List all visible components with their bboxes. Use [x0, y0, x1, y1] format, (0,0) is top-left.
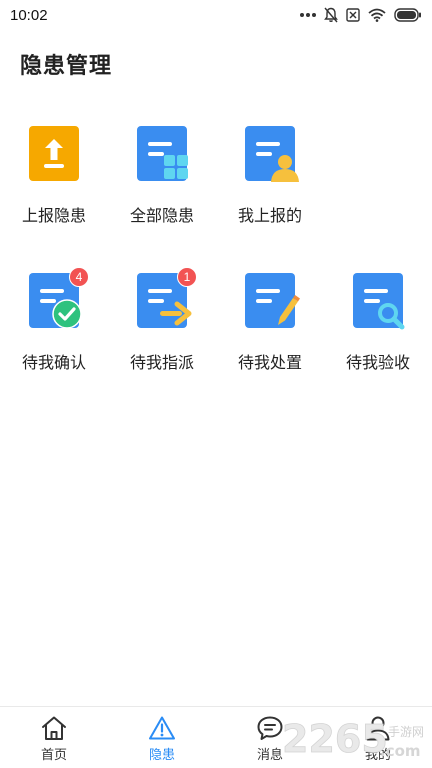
grid-item-my-reports[interactable]: 我上报的 — [216, 126, 324, 226]
confirm-icon: 4 — [29, 267, 89, 329]
inspect-icon — [353, 273, 405, 330]
grid-item-all-hazards[interactable]: 全部隐患 — [108, 126, 216, 226]
status-bar: 10:02 — [0, 0, 432, 30]
mute-bell-icon — [324, 7, 338, 23]
svg-text:.com: .com — [380, 742, 421, 760]
handle-icon — [245, 273, 300, 329]
badge-count: 1 — [177, 267, 197, 287]
grid-item-label: 待我确认 — [21, 355, 86, 372]
watermark-logo: 2265 .com 手游网 — [280, 712, 430, 762]
sim-off-icon — [346, 8, 360, 22]
grid-item-pending-inspect[interactable]: 待我验收 — [324, 273, 432, 373]
my-reports-icon — [245, 126, 299, 182]
grid-item-label: 上报隐患 — [21, 208, 86, 225]
assign-icon: 1 — [137, 267, 197, 329]
grid-item-label: 待我指派 — [129, 355, 194, 372]
badge-count: 4 — [69, 267, 89, 287]
upload-icon — [29, 126, 79, 182]
grid-item-label: 全部隐患 — [129, 208, 194, 225]
more-dots-icon — [300, 13, 316, 17]
grid-item-pending-handle[interactable]: 待我处置 — [216, 273, 324, 373]
grid-item-pending-assign[interactable]: 1 待我指派 — [108, 267, 216, 373]
grid-item-label: 待我处置 — [237, 355, 302, 372]
nav-item-hazards[interactable]: 隐患 — [108, 707, 216, 768]
nav-label: 隐患 — [148, 747, 175, 762]
page-title: 隐患管理 — [20, 53, 113, 78]
grid-item-label: 我上报的 — [237, 208, 302, 225]
status-time: 10:02 — [10, 6, 48, 24]
svg-text:手游网: 手游网 — [388, 725, 424, 739]
home-icon — [42, 716, 66, 740]
grid-item-pending-confirm[interactable]: 4 待我确认 — [0, 267, 108, 373]
wifi-icon — [368, 8, 386, 22]
warning-icon — [149, 716, 175, 740]
nav-item-home[interactable]: 首页 — [0, 707, 108, 768]
battery-icon — [394, 8, 421, 22]
status-icons — [300, 7, 422, 23]
grid-item-report-hazard[interactable]: 上报隐患 — [0, 126, 108, 226]
nav-label: 首页 — [40, 747, 67, 762]
all-hazards-icon — [137, 126, 188, 182]
grid-item-label: 待我验收 — [345, 355, 410, 372]
svg-text:2265: 2265 — [282, 717, 388, 761]
